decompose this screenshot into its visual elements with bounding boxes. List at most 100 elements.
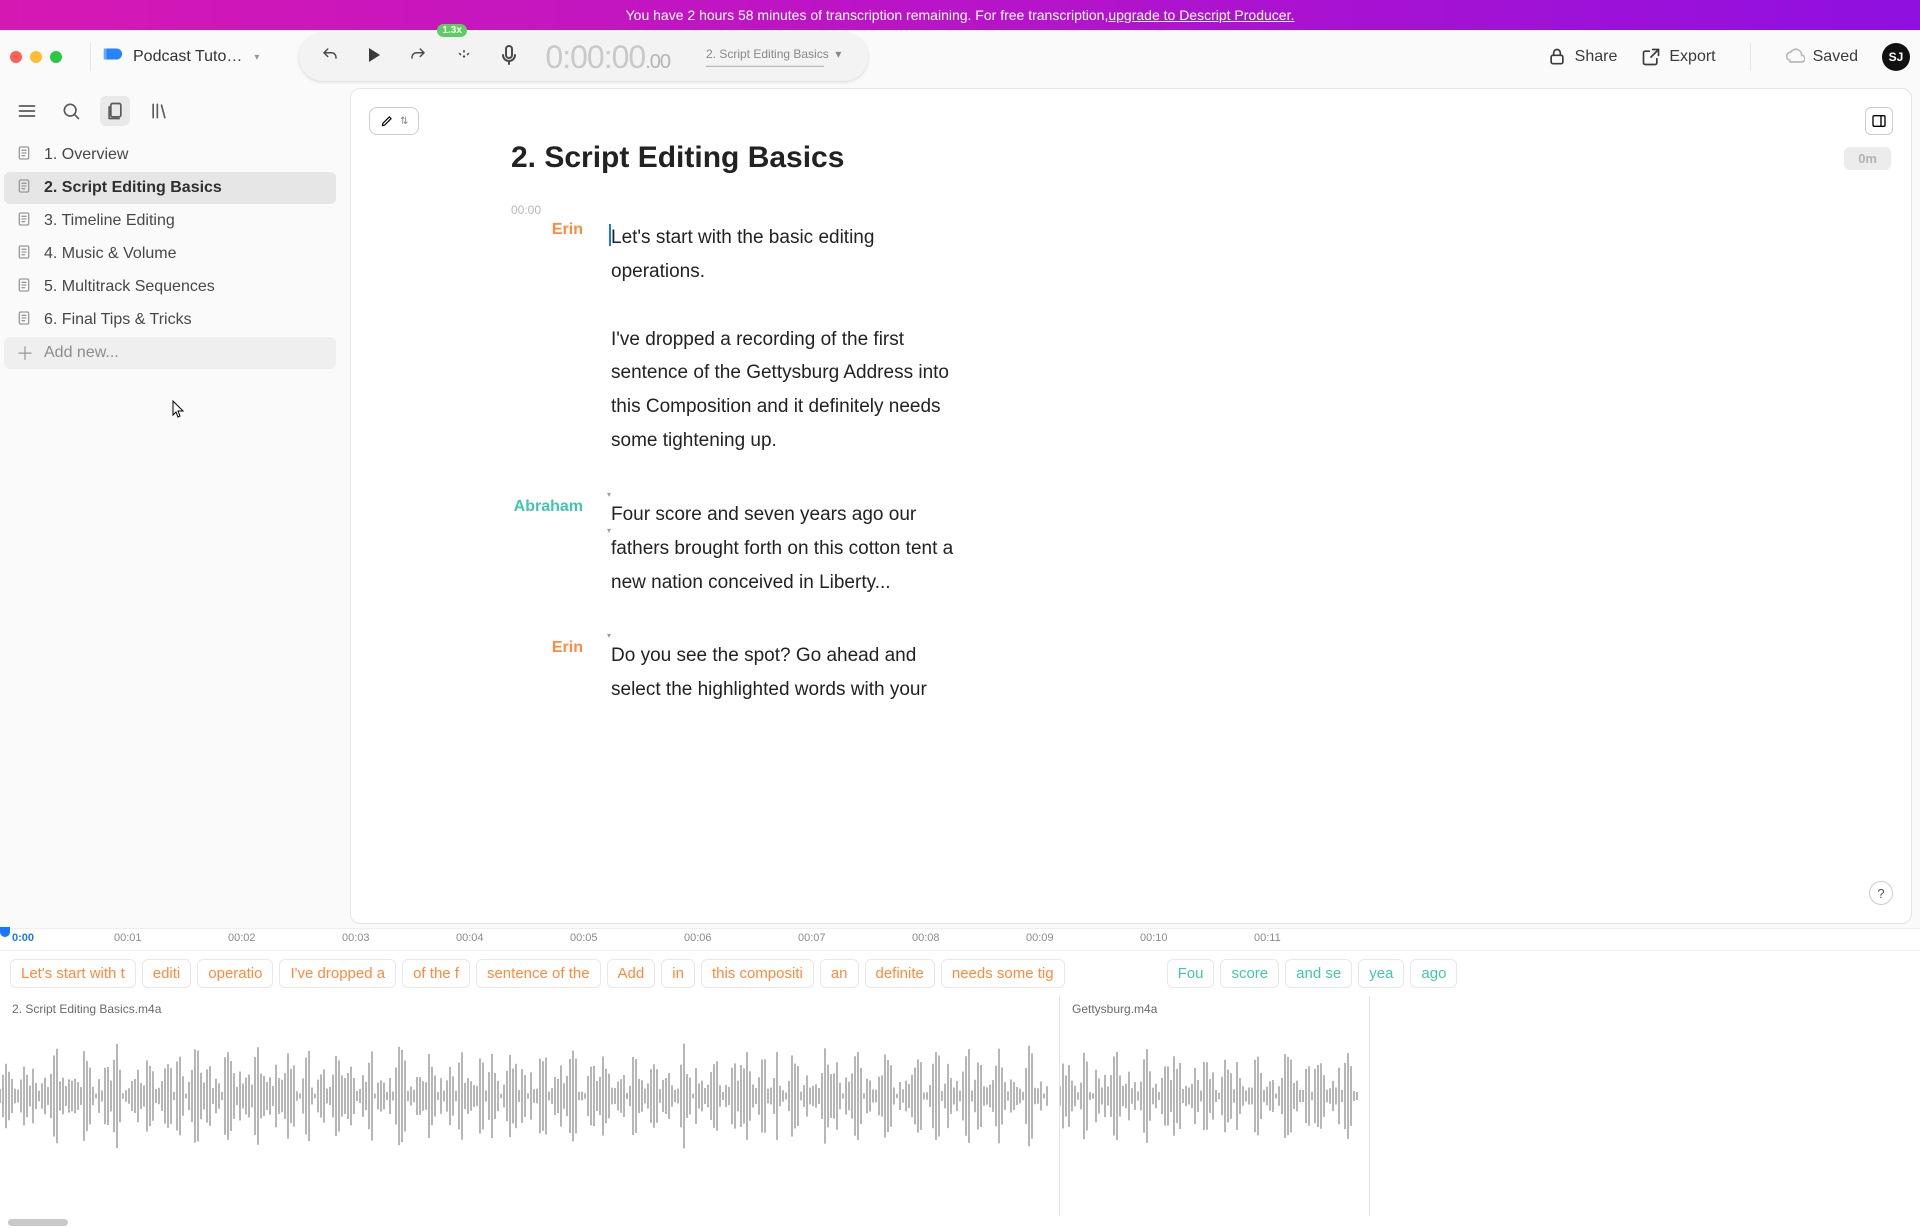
track-name: 2. Script Editing Basics.m4a: [12, 1002, 161, 1016]
ruler-tick: 00:09: [1026, 932, 1054, 944]
word-chip[interactable]: Let's start with t: [10, 959, 136, 988]
ruler-tick: 00:03: [342, 932, 370, 944]
script-text[interactable]: Let's start with the basic editing opera…: [611, 221, 971, 458]
sidebar-item-label: 6. Final Tips & Tricks: [44, 311, 192, 329]
mouse-cursor-icon: [170, 400, 186, 423]
word-chip[interactable]: sentence of the: [476, 959, 601, 988]
project-name[interactable]: Podcast Tuto…: [133, 48, 242, 66]
share-label: Share: [1575, 48, 1618, 66]
audio-track[interactable]: Gettysburg.m4a: [1060, 996, 1370, 1216]
word-chip[interactable]: in: [661, 959, 695, 988]
edit-mode-button[interactable]: ⇅: [369, 107, 419, 135]
word-chip[interactable]: of the f: [402, 959, 470, 988]
track-name: Gettysburg.m4a: [1072, 1002, 1157, 1016]
word-chip[interactable]: this compositi: [701, 959, 814, 988]
word-chip[interactable]: yea: [1358, 959, 1404, 988]
speaker-label[interactable]: Erin: [511, 221, 583, 458]
search-icon[interactable]: [56, 96, 86, 126]
timecode[interactable]: 0:00:00 .00: [545, 39, 670, 76]
speed-button[interactable]: 1.3x: [455, 46, 473, 69]
ruler-tick: 00:07: [798, 932, 826, 944]
script-text[interactable]: ▾▾Four score and seven years ago our fat…: [611, 498, 971, 599]
word-chip[interactable]: operatio: [197, 959, 273, 988]
ruler-tick: 00:10: [1140, 932, 1168, 944]
title-bar: Podcast Tuto… ▾ 1.3x 0:00:00 .00 2. Scri…: [0, 30, 1920, 84]
word-chip[interactable]: editi: [142, 959, 192, 988]
menu-icon[interactable]: [12, 96, 42, 126]
document-icon: [16, 211, 32, 232]
sidebar: 1. Overview 2. Script Editing Basics 3. Ti…: [0, 84, 340, 928]
document-icon: [16, 145, 32, 166]
composition-progress: ▬▬▬▬▬▬▬▬▬▬▬▬▬▬▬▬▬▬▬▬▬▬▬▬▬▬▬▬▬▬▬▬▬▬▬▬▬▬▬: [706, 63, 846, 68]
timecode-main: 0:00:00: [545, 39, 645, 76]
sidebar-item-label: 5. Multitrack Sequences: [44, 278, 215, 296]
script-text[interactable]: ▾Do you see the spot? Go ahead and selec…: [611, 639, 971, 707]
playhead[interactable]: [0, 927, 10, 937]
audio-track[interactable]: 2. Script Editing Basics.m4a: [0, 996, 1060, 1216]
word-chip[interactable]: ago: [1410, 959, 1457, 988]
avatar[interactable]: SJ: [1882, 43, 1910, 71]
maximize-window-button[interactable]: [50, 51, 62, 63]
add-new-button[interactable]: ＋ Add new...: [4, 337, 336, 369]
word-chip[interactable]: Fou: [1167, 959, 1215, 988]
document-icon: [16, 277, 32, 298]
sidebar-item-label: 1. Overview: [44, 146, 128, 164]
play-button[interactable]: [367, 47, 381, 68]
app-icon: [101, 43, 123, 71]
plus-icon: ＋: [16, 340, 32, 366]
sidebar-item[interactable]: 3. Timeline Editing: [4, 205, 336, 237]
word-chip[interactable]: needs some tig: [941, 959, 1065, 988]
script-document[interactable]: 2. Script Editing Basics 00:00 Erin Let's…: [351, 89, 1911, 923]
word-chip[interactable]: score: [1220, 959, 1279, 988]
timecode-ms: .00: [645, 51, 670, 74]
word-chip[interactable]: and se: [1285, 959, 1352, 988]
banner-link[interactable]: upgrade to Descript Producer.: [1108, 7, 1294, 23]
composition-selector[interactable]: 2. Script Editing Basics ▾ ▬▬▬▬▬▬▬▬▬▬▬▬▬…: [706, 47, 846, 68]
composition-name: 2. Script Editing Basics ▾: [706, 47, 846, 61]
speed-badge: 1.3x: [437, 24, 466, 37]
start-timestamp: 00:00: [511, 203, 1751, 217]
speaker-label[interactable]: Abraham: [511, 498, 583, 599]
time-ruler[interactable]: 0:00 00:0100:0200:0300:0400:0500:0600:07…: [0, 929, 1920, 951]
close-window-button[interactable]: [10, 51, 22, 63]
banner-text: You have 2 hours 58 minutes of transcrip…: [626, 7, 1109, 23]
documents-tab-icon[interactable]: [100, 96, 130, 126]
word-chips-row: Let's start with teditioperatioI've drop…: [0, 951, 1920, 996]
help-button[interactable]: ?: [1869, 881, 1893, 905]
add-new-label: Add new...: [44, 344, 119, 362]
horizontal-scrollbar[interactable]: [8, 1219, 68, 1226]
ruler-tick: 00:02: [228, 932, 256, 944]
project-menu-chevron-icon[interactable]: ▾: [254, 52, 259, 63]
word-chip[interactable]: Add: [607, 959, 656, 988]
sidebar-item[interactable]: 4. Music & Volume: [4, 238, 336, 270]
sidebar-item-label: 3. Timeline Editing: [44, 212, 175, 230]
redo-button[interactable]: [409, 46, 427, 69]
divider: [90, 43, 91, 71]
waveform: [1060, 1036, 1369, 1156]
sidebar-item-label: 2. Script Editing Basics: [44, 179, 222, 197]
sidebar-item[interactable]: 5. Multitrack Sequences: [4, 271, 336, 303]
right-actions: Share Export Saved SJ: [1547, 43, 1910, 71]
script-block: Erin Let's start with the basic editing o…: [511, 221, 1751, 458]
undo-button[interactable]: [321, 46, 339, 69]
speaker-label[interactable]: Erin: [511, 639, 583, 707]
library-tab-icon[interactable]: [144, 96, 174, 126]
panel-toggle-button[interactable]: [1865, 107, 1893, 135]
export-label: Export: [1669, 48, 1715, 66]
page-title[interactable]: 2. Script Editing Basics: [511, 141, 1751, 175]
sidebar-item[interactable]: 1. Overview: [4, 139, 336, 171]
timeline: 0:00 00:0100:0200:0300:0400:0500:0600:07…: [0, 928, 1920, 1228]
marker-icon: ▾: [607, 524, 611, 538]
export-button[interactable]: Export: [1641, 47, 1715, 67]
word-chip[interactable]: an: [820, 959, 859, 988]
divider: [1750, 43, 1751, 71]
word-chip[interactable]: definite: [865, 959, 935, 988]
sidebar-item[interactable]: 2. Script Editing Basics: [4, 172, 336, 204]
minimize-window-button[interactable]: [30, 51, 42, 63]
record-button[interactable]: [501, 45, 517, 70]
saved-indicator: Saved: [1785, 47, 1858, 67]
share-button[interactable]: Share: [1547, 47, 1618, 67]
upgrade-banner: You have 2 hours 58 minutes of transcrip…: [0, 0, 1920, 30]
sidebar-item[interactable]: 6. Final Tips & Tricks: [4, 304, 336, 336]
word-chip[interactable]: I've dropped a: [279, 959, 396, 988]
